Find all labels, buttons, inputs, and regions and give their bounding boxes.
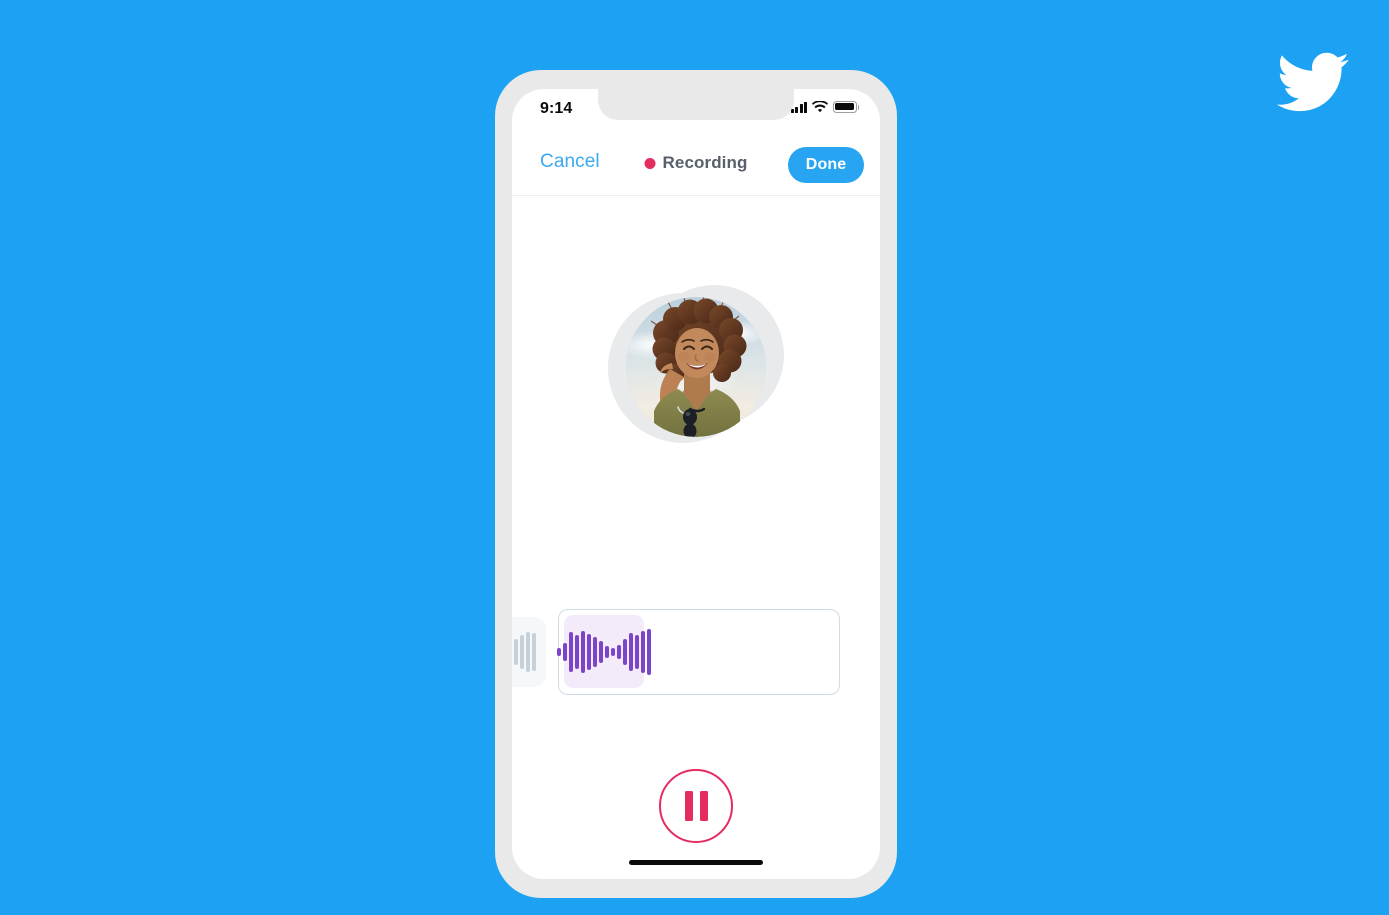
waveform-segment-current[interactable] xyxy=(557,615,651,688)
waveform-strip[interactable] xyxy=(512,609,880,695)
twitter-bird-icon xyxy=(1268,44,1356,120)
cancel-button[interactable]: Cancel xyxy=(540,151,600,173)
recording-status-label: Recording xyxy=(662,153,748,172)
nav-bar-separator xyxy=(512,195,880,196)
status-bar-icons xyxy=(790,100,860,113)
battery-full-icon xyxy=(833,101,860,113)
waveform-bars-current xyxy=(557,628,651,675)
pause-icon-bar-left xyxy=(684,791,693,821)
navigation-bar: Cancel Recording Done xyxy=(512,133,880,195)
avatar-pulse-wrap xyxy=(608,285,784,445)
phone-frame-clip: 9:14 Cancel Recording Done xyxy=(495,70,897,898)
recording-status-indicator: Recording xyxy=(644,153,748,173)
phone-device-frame: 9:14 Cancel Recording Done xyxy=(495,70,897,898)
phone-screen: 9:14 Cancel Recording Done xyxy=(512,89,880,879)
done-button[interactable]: Done xyxy=(788,147,864,183)
recording-dot-icon xyxy=(644,157,656,169)
pause-icon-bar-right xyxy=(699,791,708,821)
wifi-icon xyxy=(812,100,828,113)
waveform-current-container[interactable] xyxy=(557,609,840,695)
home-indicator[interactable] xyxy=(629,860,763,865)
done-button-label: Done xyxy=(805,156,847,173)
waveform-segment-previous[interactable] xyxy=(512,617,546,687)
pause-recording-button[interactable] xyxy=(659,769,733,843)
avatar-area xyxy=(512,285,880,455)
phone-notch xyxy=(598,89,794,120)
status-bar-time: 9:14 xyxy=(540,100,573,117)
avatar xyxy=(626,297,766,437)
waveform-bars-previous xyxy=(512,629,536,675)
